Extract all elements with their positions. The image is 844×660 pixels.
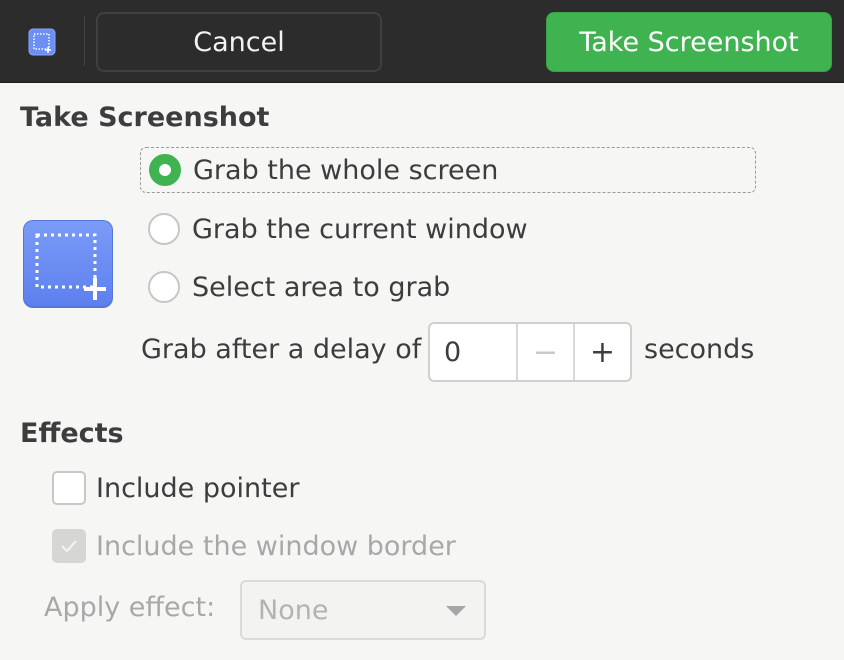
delay-input[interactable] (430, 324, 516, 380)
checkbox-box[interactable] (52, 471, 86, 505)
radio-label: Select area to grab (192, 271, 451, 303)
apply-effect-dropdown[interactable]: None (240, 580, 486, 640)
checkbox-box[interactable] (52, 529, 86, 563)
checkbox-label: Include the window border (96, 530, 456, 562)
radio-selected-indicator[interactable] (149, 154, 181, 186)
apply-effect-label: Apply effect: (44, 592, 216, 623)
radio-indicator[interactable] (148, 271, 180, 303)
dropdown-value: None (258, 594, 329, 626)
radio-current-window[interactable]: Grab the current window (140, 206, 528, 252)
include-border-checkbox[interactable]: Include the window border (52, 527, 456, 565)
minus-icon[interactable]: − (516, 324, 573, 380)
radio-whole-screen[interactable]: Grab the whole screen (140, 147, 756, 193)
cancel-button[interactable]: Cancel (96, 12, 382, 72)
radio-label: Grab the current window (192, 213, 528, 245)
radio-select-area[interactable]: Select area to grab (140, 264, 450, 310)
checkbox-label: Include pointer (96, 472, 300, 504)
chevron-down-icon (446, 606, 466, 616)
radio-indicator[interactable] (148, 213, 180, 245)
radio-label: Grab the whole screen (193, 154, 499, 186)
delay-spinbutton: − + (428, 322, 632, 382)
checkmark-icon (61, 540, 77, 553)
header-separator (84, 16, 85, 66)
plus-icon[interactable]: + (573, 324, 630, 380)
screenshot-area-icon (28, 28, 56, 56)
effects-heading: Effects (20, 418, 124, 449)
header-bar: Cancel Take Screenshot (0, 0, 844, 83)
take-screenshot-button[interactable]: Take Screenshot (546, 12, 832, 72)
delay-label: Grab after a delay of (141, 334, 422, 365)
screenshot-select-area-icon (23, 220, 113, 308)
take-screenshot-heading: Take Screenshot (20, 102, 270, 133)
include-pointer-checkbox[interactable]: Include pointer (52, 469, 299, 507)
delay-unit-label: seconds (644, 334, 755, 365)
